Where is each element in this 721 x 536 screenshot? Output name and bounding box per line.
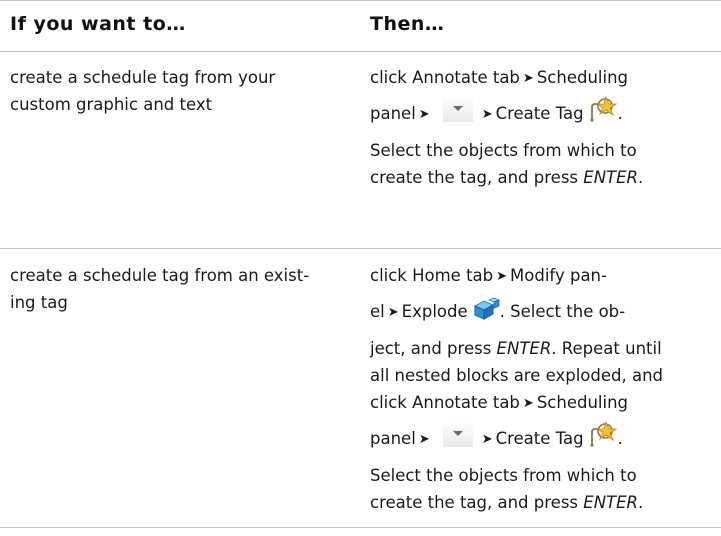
row-2-then-text: Create Tag xyxy=(495,429,584,448)
row-2-then: click Home tab ➤ Modify pan- el ➤ Explode. S… xyxy=(370,262,663,516)
dropdown-arrow-icon xyxy=(442,421,473,447)
dropdown-arrow-icon xyxy=(442,96,473,122)
row-1-bottom-rule xyxy=(0,248,721,249)
row-1-then-text: Create Tag xyxy=(495,104,584,123)
row-1-then: click Annotate tab ➤ Scheduling panel ➤ ➤ Cre… xyxy=(370,64,643,191)
arrow-icon: ➤ xyxy=(481,107,493,122)
row-2-then-text: panel xyxy=(370,429,416,448)
arrow-icon: ➤ xyxy=(418,107,430,122)
enter-key-text: ENTER xyxy=(583,493,639,512)
arrow-icon: ➤ xyxy=(522,396,534,411)
enter-key-text: ENTER xyxy=(496,339,552,358)
row-1-then-text: Scheduling xyxy=(536,68,629,87)
arrow-icon: ➤ xyxy=(481,432,493,447)
header-col-want: If you want to… xyxy=(10,13,186,35)
row-1-want-line-1: create a schedule tag from your xyxy=(10,68,276,87)
row-1-then-text: create the tag, and press xyxy=(370,168,584,187)
arrow-icon: ➤ xyxy=(387,305,399,320)
row-2-then-text: click Home tab xyxy=(370,266,494,285)
row-1-then-text: . xyxy=(617,104,623,123)
row-2-then-text: Scheduling xyxy=(536,393,629,412)
row-2-then-text: ject, and press xyxy=(370,339,497,358)
row-2-then-text: . Select the ob- xyxy=(499,302,626,321)
header-col-then: Then… xyxy=(370,13,445,35)
row-2-then-text: click Annotate tab xyxy=(370,393,520,412)
row-1-then-line-3: Select the objects from which to xyxy=(370,141,637,160)
arrow-icon: ➤ xyxy=(522,71,534,86)
row-2-then-text: Explode xyxy=(401,302,468,321)
row-1-then-text: panel xyxy=(370,104,416,123)
table-bottom-rule xyxy=(0,527,721,528)
table-top-rule xyxy=(0,0,721,1)
enter-key-text: ENTER xyxy=(583,168,639,187)
row-2-then-text: . xyxy=(617,429,623,448)
row-2-then-line-4: all nested blocks are exploded, and xyxy=(370,366,664,385)
arrow-icon: ➤ xyxy=(418,432,430,447)
row-2-then-text: Modify pan- xyxy=(510,266,607,285)
row-1-then-text: click Annotate tab xyxy=(370,68,520,87)
row-2-then-text: . xyxy=(638,493,644,512)
create-tag-icon xyxy=(588,95,618,137)
arrow-icon: ➤ xyxy=(496,269,508,284)
header-rule xyxy=(0,51,721,52)
row-1-want-line-2: custom graphic and text xyxy=(10,95,213,114)
row-1-then-text: . xyxy=(638,168,644,187)
row-2-then-text: create the tag, and press xyxy=(370,493,584,512)
row-1-want: create a schedule tag from your custom g… xyxy=(10,64,275,118)
row-2-then-text: el xyxy=(370,302,385,321)
create-tag-icon xyxy=(588,420,618,462)
row-2-want-line-1: create a schedule tag from an exist- xyxy=(10,266,310,285)
row-2-then-line-7: Select the objects from which to xyxy=(370,466,637,485)
row-2-want: create a schedule tag from an exist- ing… xyxy=(10,262,309,316)
row-2-want-line-2: ing tag xyxy=(10,293,68,312)
explode-icon xyxy=(472,297,500,335)
row-2-then-text: . Repeat until xyxy=(551,339,662,358)
